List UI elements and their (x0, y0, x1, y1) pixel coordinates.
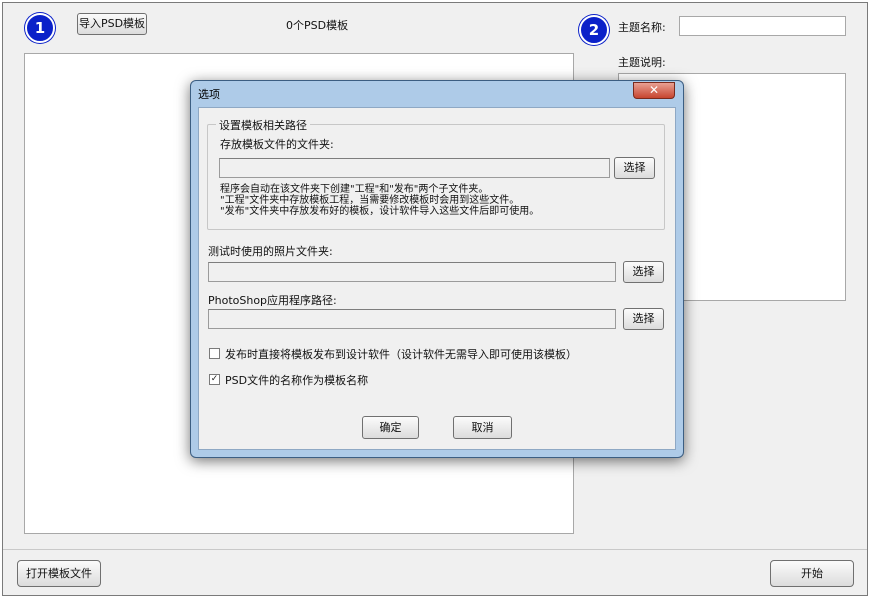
options-dialog: 选项 ✕ 设置模板相关路径 存放模板文件的文件夹: 选择 程序会自动在该文件夹下… (190, 80, 684, 458)
test-photo-folder-input[interactable] (208, 262, 616, 282)
ok-button[interactable]: 确定 (362, 416, 419, 439)
template-folder-label: 存放模板文件的文件夹: (220, 138, 334, 151)
test-photo-folder-label: 测试时使用的照片文件夹: (208, 245, 333, 258)
photoshop-path-input[interactable] (208, 309, 616, 329)
template-folder-browse-button[interactable]: 选择 (614, 157, 655, 179)
theme-description-label: 主题说明: (618, 56, 666, 69)
open-template-file-button[interactable]: 打开模板文件 (17, 560, 101, 587)
psd-name-as-template-label: PSD文件的名称作为模板名称 (225, 374, 369, 387)
cancel-button[interactable]: 取消 (453, 416, 512, 439)
theme-name-label: 主题名称: (618, 21, 666, 34)
step-1-badge: 1 (25, 13, 55, 43)
template-path-group: 设置模板相关路径 存放模板文件的文件夹: 选择 程序会自动在该文件夹下创建"工程… (207, 117, 665, 230)
photoshop-path-label: PhotoShop应用程序路径: (208, 294, 337, 307)
template-folder-input[interactable] (219, 158, 610, 178)
step-2-badge: 2 (579, 15, 609, 45)
import-psd-template-button[interactable]: 导入PSD模板 (77, 13, 147, 35)
close-icon[interactable]: ✕ (633, 82, 675, 99)
dialog-body: 设置模板相关路径 存放模板文件的文件夹: 选择 程序会自动在该文件夹下创建"工程… (198, 107, 676, 450)
info-line-1: 程序会自动在该文件夹下创建"工程"和"发布"两个子文件夹。 (220, 184, 489, 195)
info-line-2: "工程"文件夹中存放模板工程，当需要修改模板时会用到这些文件。 (220, 195, 520, 206)
photoshop-path-browse-button[interactable]: 选择 (623, 308, 664, 330)
template-count-label: 0个PSD模板 (286, 19, 349, 32)
dialog-title: 选项 (198, 88, 220, 101)
publish-directly-label: 发布时直接将模板发布到设计软件（设计软件无需导入即可使用该模板） (225, 348, 577, 361)
theme-name-input[interactable] (679, 16, 846, 36)
bottom-separator (3, 549, 867, 550)
test-photo-folder-browse-button[interactable]: 选择 (623, 261, 664, 283)
start-button[interactable]: 开始 (770, 560, 854, 587)
publish-directly-checkbox[interactable] (209, 348, 220, 359)
group-title: 设置模板相关路径 (216, 117, 310, 133)
psd-name-as-template-checkbox[interactable]: ✓ (209, 374, 220, 385)
info-line-3: "发布"文件夹中存放发布好的模板，设计软件导入这些文件后即可使用。 (220, 206, 540, 217)
